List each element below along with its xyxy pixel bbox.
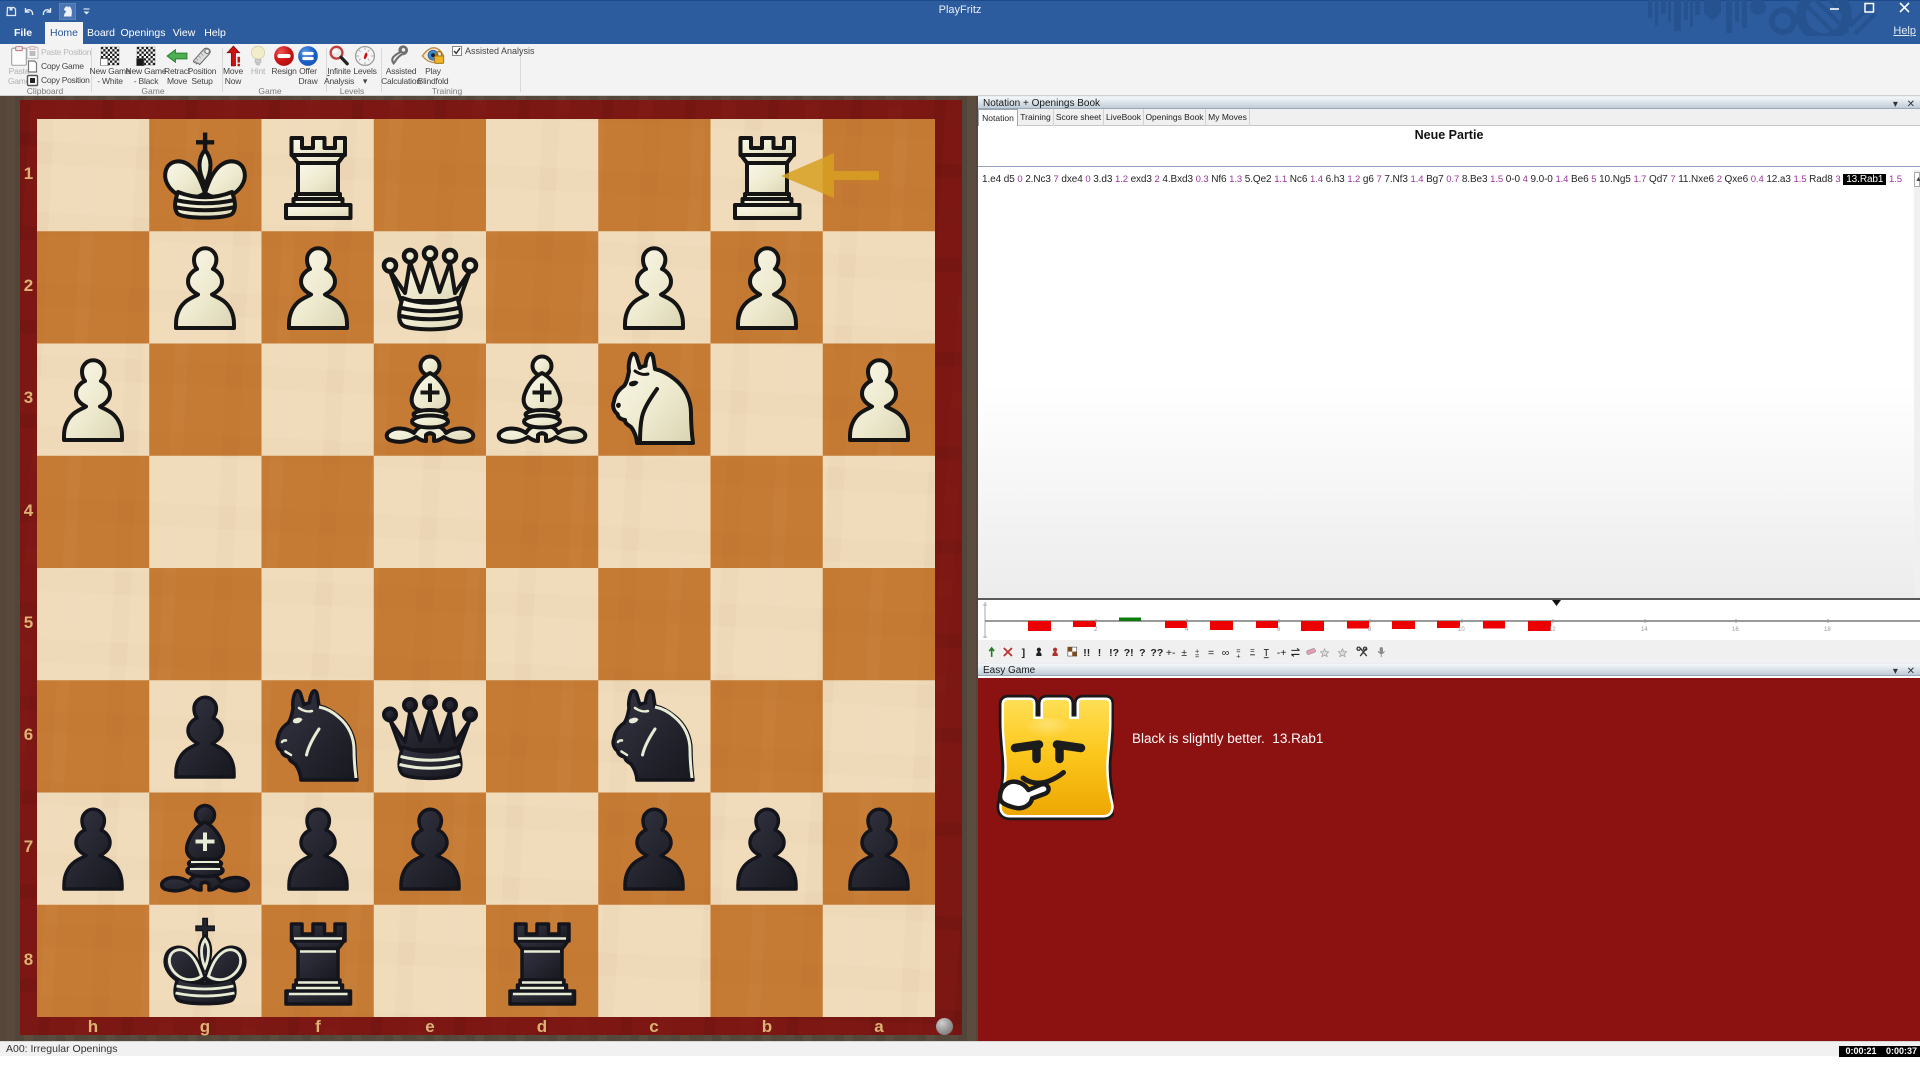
svg-text:16: 16 bbox=[1732, 627, 1739, 633]
svg-text:!!: !! bbox=[1083, 647, 1090, 659]
svg-text:=: = bbox=[1195, 651, 1199, 660]
svg-text:10: 10 bbox=[1458, 627, 1465, 633]
svg-text:=: = bbox=[1250, 645, 1255, 654]
svg-text:]: ] bbox=[1022, 647, 1026, 659]
svg-text:14: 14 bbox=[1641, 627, 1648, 633]
svg-text:?: ? bbox=[1139, 647, 1145, 659]
svg-text:!: ! bbox=[1098, 647, 1102, 659]
svg-text:!?: !? bbox=[1109, 647, 1119, 659]
svg-text:±: ± bbox=[1181, 647, 1187, 659]
svg-text:+: + bbox=[1236, 651, 1240, 660]
svg-text:2: 2 bbox=[1094, 627, 1098, 633]
svg-text:??: ?? bbox=[1150, 647, 1163, 659]
svg-text:?!: ?! bbox=[1124, 647, 1134, 659]
svg-text:-+: -+ bbox=[1277, 647, 1287, 659]
svg-text:8: 8 bbox=[1368, 627, 1372, 633]
svg-text:+-: +- bbox=[1166, 647, 1176, 659]
svg-text:12: 12 bbox=[1549, 627, 1556, 633]
svg-text:4: 4 bbox=[1185, 627, 1189, 633]
svg-text:=: = bbox=[1208, 647, 1214, 659]
svg-text:6: 6 bbox=[1277, 627, 1281, 633]
svg-text:∞: ∞ bbox=[1222, 647, 1230, 659]
svg-text:18: 18 bbox=[1824, 627, 1831, 633]
